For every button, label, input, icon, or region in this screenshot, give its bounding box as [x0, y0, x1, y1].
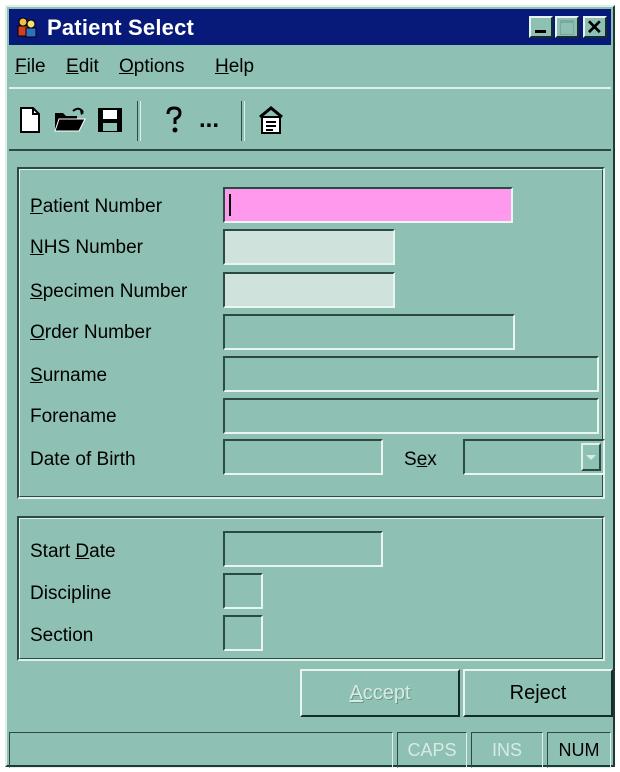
nhs-number-label: NHS Number	[30, 237, 143, 258]
menu-edit[interactable]: Edit	[66, 56, 99, 78]
sex-label: Sex	[404, 449, 437, 470]
close-button[interactable]: ✕	[583, 16, 607, 39]
order-number-label: Order Number	[30, 322, 152, 343]
date-of-birth-label: Date of Birth	[30, 449, 136, 470]
order-number-input[interactable]	[223, 314, 515, 350]
menu-bar: File Edit Options Help	[9, 49, 611, 83]
caps-lock-indicator: CAPS	[397, 732, 467, 768]
nhs-number-input[interactable]	[223, 229, 395, 265]
minimize-button[interactable]	[529, 16, 553, 38]
patient-number-label: Patient Number	[30, 196, 163, 217]
properties-icon[interactable]	[255, 105, 289, 139]
section-input[interactable]	[223, 615, 263, 651]
discipline-label: Discipline	[30, 583, 112, 604]
insert-mode-indicator: INS	[471, 732, 543, 768]
more-ellipsis-icon[interactable]: ...	[199, 105, 233, 139]
menu-options[interactable]: Options	[119, 56, 184, 78]
status-message	[9, 732, 393, 768]
menu-help[interactable]: Help	[215, 56, 254, 78]
forename-label: Forename	[30, 406, 117, 427]
surname-label: Surname	[30, 365, 108, 386]
chevron-down-icon	[586, 455, 596, 460]
patient-select-window: Patient Select ✕ File Edit Options Help …	[5, 5, 615, 768]
close-icon: ✕	[586, 17, 603, 39]
text-caret	[229, 194, 231, 216]
section-label: Section	[30, 625, 94, 646]
accept-button[interactable]: Accept	[300, 669, 460, 717]
toolbar: ...	[9, 87, 611, 151]
discipline-input[interactable]	[223, 573, 263, 609]
menu-file[interactable]: File	[15, 56, 46, 78]
patient-number-input[interactable]	[223, 187, 513, 223]
open-folder-icon[interactable]	[53, 105, 87, 139]
maximize-icon	[560, 20, 574, 35]
num-lock-indicator: NUM	[547, 732, 611, 768]
reject-button[interactable]: Reject	[463, 669, 613, 717]
new-document-icon[interactable]	[15, 105, 49, 139]
specimen-number-label: Specimen Number	[30, 281, 188, 302]
date-of-birth-input[interactable]	[223, 439, 383, 475]
start-date-label: Start Date	[30, 541, 116, 562]
surname-input[interactable]	[223, 356, 599, 392]
minimize-icon	[535, 30, 546, 33]
sex-select[interactable]	[463, 439, 605, 475]
people-icon	[15, 15, 39, 39]
toolbar-separator	[137, 101, 141, 141]
window-title: Patient Select	[47, 15, 195, 40]
toolbar-separator	[241, 101, 245, 141]
forename-input[interactable]	[223, 398, 599, 434]
start-date-input[interactable]	[223, 531, 383, 567]
maximize-button[interactable]	[555, 16, 579, 38]
dropdown-button[interactable]	[581, 443, 601, 471]
save-disk-icon[interactable]	[95, 105, 129, 139]
help-question-icon[interactable]	[159, 105, 193, 139]
specimen-number-input[interactable]	[223, 272, 395, 308]
title-bar[interactable]: Patient Select ✕	[9, 9, 611, 45]
